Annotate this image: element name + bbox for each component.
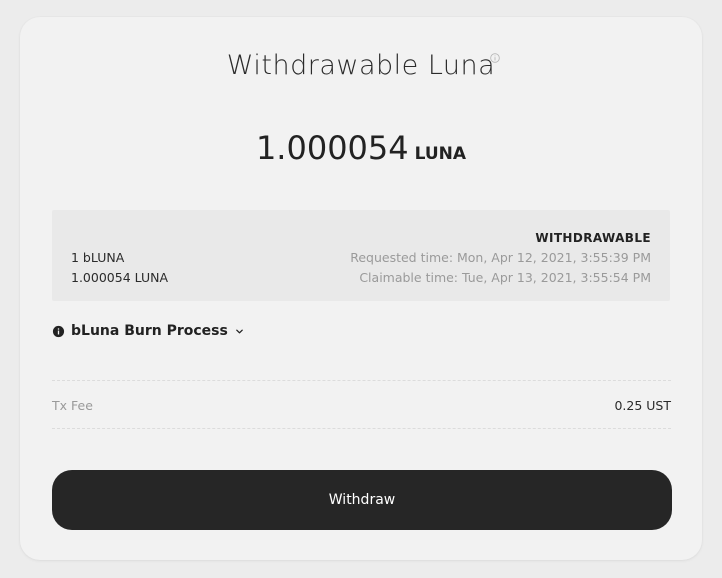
withdraw-history-item: WITHDRAWABLE 1 bLUNA 1.000054 LUNA Reque…	[52, 210, 670, 301]
receive-amount: 1.000054 LUNA	[71, 270, 169, 285]
amount-value: 1.000054	[255, 129, 409, 167]
page-title: Withdrawable Luna	[226, 50, 496, 81]
status-badge: WITHDRAWABLE	[535, 231, 651, 245]
tx-fee-label: Tx Fee	[52, 398, 93, 413]
withdrawable-amount: 1.000054 LUNA	[20, 129, 702, 167]
chevron-down-icon	[235, 329, 243, 333]
info-filled-icon	[52, 325, 65, 337]
burn-process-toggle[interactable]: bLuna Burn Process	[52, 323, 244, 339]
withdraw-card: Withdrawable Luna 1.000054 LUNA WITHDRAWA…	[20, 17, 702, 560]
claimable-time: Claimable time: Tue, Apr 13, 2021, 3:55:…	[359, 270, 651, 285]
requested-time: Requested time: Mon, Apr 12, 2021, 3:55:…	[350, 250, 651, 265]
info-circle-icon[interactable]	[490, 53, 500, 63]
tx-fee-value: 0.25 UST	[614, 398, 671, 413]
withdraw-button[interactable]: Withdraw	[52, 470, 672, 530]
divider-bottom	[52, 428, 671, 429]
burn-process-label: bLuna Burn Process	[71, 323, 228, 339]
divider-top	[52, 380, 671, 381]
amount-unit: LUNA	[414, 144, 467, 164]
title-row: Withdrawable Luna	[20, 50, 702, 81]
burn-amount: 1 bLUNA	[71, 250, 125, 265]
